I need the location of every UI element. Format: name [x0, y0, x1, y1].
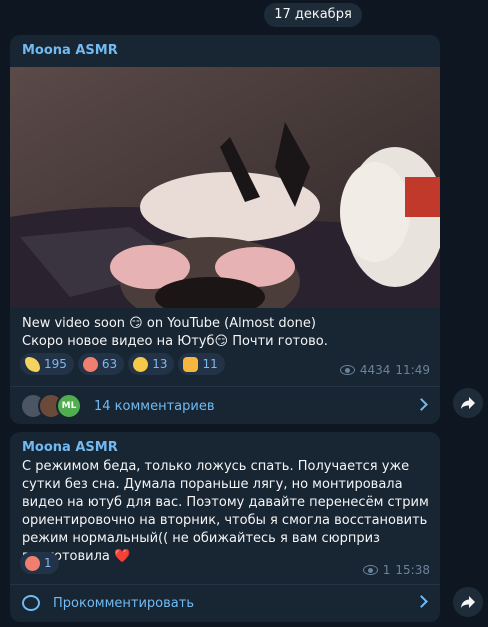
reaction-heart-face[interactable]: 1: [20, 552, 59, 574]
post-author[interactable]: Moona ASMR: [22, 440, 118, 455]
video-preview[interactable]: [10, 67, 440, 308]
post-time: 15:38: [395, 563, 430, 577]
reactions-bar: 195 63 13 11: [20, 353, 225, 375]
share-button[interactable]: [453, 587, 483, 617]
channel-post: Moona ASMR New video soon 😏 on YouTube (…: [10, 35, 440, 424]
avatar: ML: [56, 393, 82, 419]
comments-count-label: 14 комментариев: [94, 398, 215, 414]
grin-emoji-icon: [133, 356, 149, 372]
banana-emoji-icon: [25, 356, 40, 372]
post-author[interactable]: Moona ASMR: [22, 43, 118, 58]
reaction-grin[interactable]: 13: [128, 353, 175, 375]
channel-post: Moona ASMR С режимом беда, только ложусь…: [10, 432, 440, 622]
views-eye-icon: [339, 365, 355, 375]
reaction-banana[interactable]: 195: [20, 353, 74, 375]
views-count: 1: [382, 563, 391, 577]
reaction-count: 13: [152, 357, 168, 371]
post-text: New video soon 😏 on YouTube (Almost done…: [22, 316, 328, 349]
share-arrow-icon: [461, 596, 475, 608]
commenter-avatars: ML: [20, 393, 82, 419]
reactions-bar: 1: [20, 552, 59, 574]
post-meta: 1 15:38: [362, 563, 430, 577]
comment-button[interactable]: Прокомментировать: [10, 584, 440, 622]
heart-face-emoji-icon: [82, 356, 98, 372]
share-arrow-icon: [461, 397, 475, 409]
heart-face-emoji-icon: [25, 555, 40, 571]
reaction-count: 195: [44, 357, 67, 371]
views-count: 4434: [359, 363, 391, 377]
post-text: С режимом беда, только ложусь спать. Пол…: [22, 459, 429, 564]
reaction-count: 63: [101, 357, 118, 371]
share-button[interactable]: [453, 388, 483, 418]
chevron-right-icon: [415, 398, 428, 411]
comment-label: Прокомментировать: [53, 595, 194, 611]
comments-button[interactable]: ML 14 комментариев: [10, 387, 440, 424]
date-separator: 17 декабря: [264, 3, 362, 27]
reaction-count: 1: [44, 556, 52, 570]
comment-bubble-icon: [22, 595, 40, 611]
post-time: 11:49: [395, 363, 430, 377]
reaction-count: 11: [202, 357, 218, 371]
views-eye-icon: [362, 565, 378, 575]
ok-hand-emoji-icon: [183, 356, 199, 372]
chevron-right-icon: [415, 595, 428, 608]
video-thumbnail-image: [10, 67, 440, 308]
reaction-heart-face[interactable]: 63: [77, 353, 125, 375]
post-meta: 4434 11:49: [339, 363, 430, 377]
reaction-ok-hand[interactable]: 11: [178, 353, 225, 375]
